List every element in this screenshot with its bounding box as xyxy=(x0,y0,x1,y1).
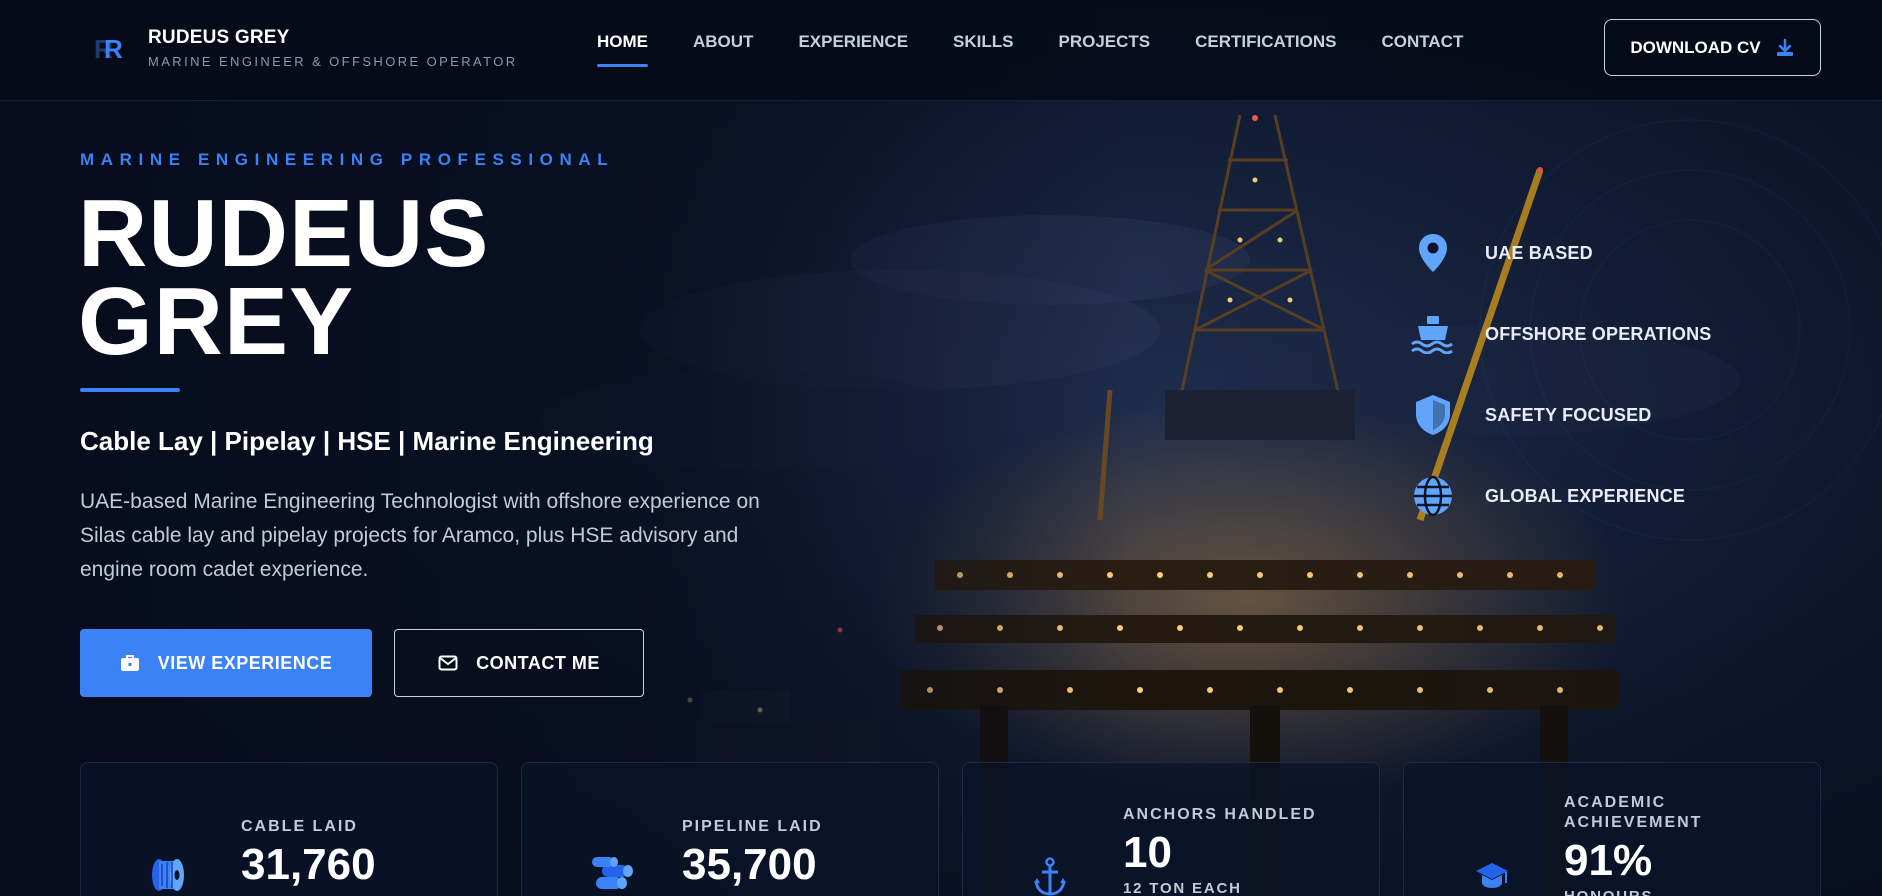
nav-item-home[interactable]: HOME xyxy=(597,31,648,67)
hero-divider xyxy=(80,388,180,392)
briefcase-icon xyxy=(120,655,139,671)
stat-sub: 12 TON EACH xyxy=(1123,880,1242,896)
stat-card-cable: CABLE LAID 31,760 xyxy=(80,762,498,896)
site-header: R R RUDEUS GREY MARINE ENGINEER & OFFSHO… xyxy=(0,0,1882,101)
nav-item-skills[interactable]: SKILLS xyxy=(953,31,1013,67)
nav-item-projects[interactable]: PROJECTS xyxy=(1059,31,1151,67)
download-icon xyxy=(1776,38,1793,56)
nav-item-contact[interactable]: CONTACT xyxy=(1382,31,1464,67)
ship-icon xyxy=(1408,313,1458,355)
anchor-icon xyxy=(1033,857,1067,896)
stat-text: ANCHORS HANDLED 10 12 TON EACH xyxy=(1123,805,1317,896)
brand[interactable]: R R RUDEUS GREY MARINE ENGINEER & OFFSHO… xyxy=(92,26,518,70)
pipes-icon xyxy=(590,855,634,896)
hero-name-last: GREY xyxy=(78,268,355,375)
feature-label: GLOBAL EXPERIENCE xyxy=(1485,485,1686,506)
stat-label: ANCHORS HANDLED xyxy=(1123,806,1317,823)
hero-eyebrow: MARINE ENGINEERING PROFESSIONAL xyxy=(80,150,615,169)
download-cv-label: DOWNLOAD CV xyxy=(1630,37,1761,57)
stat-value: 35,700 xyxy=(682,840,817,889)
feature-item: SAFETY FOCUSED xyxy=(1408,394,1711,436)
feature-item: UAE BASED xyxy=(1408,232,1711,274)
feature-item: OFFSHORE OPERATIONS xyxy=(1408,313,1711,355)
feature-label: UAE BASED xyxy=(1485,242,1593,263)
stat-label: CABLE LAID xyxy=(241,818,358,835)
map-pin-icon xyxy=(1408,232,1458,274)
main-nav: HOME ABOUT EXPERIENCE SKILLS PROJECTS CE… xyxy=(597,31,1508,67)
stat-value: 91% xyxy=(1564,836,1653,885)
hero-name-first: RUDEUS xyxy=(78,180,490,287)
brand-name: RUDEUS GREY xyxy=(148,27,290,48)
brand-tagline: MARINE ENGINEER & OFFSHORE OPERATOR xyxy=(148,54,518,69)
cable-reel-icon xyxy=(147,855,187,896)
graduation-cap-icon xyxy=(1474,861,1510,896)
view-experience-label: VIEW EXPERIENCE xyxy=(157,652,333,673)
brand-text: RUDEUS GREY MARINE ENGINEER & OFFSHORE O… xyxy=(148,26,518,70)
contact-me-label: CONTACT ME xyxy=(476,652,600,673)
nav-item-experience[interactable]: EXPERIENCE xyxy=(798,31,908,67)
stat-label: PIPELINE LAID xyxy=(682,818,823,835)
hero-description: UAE-based Marine Engineering Technologis… xyxy=(80,490,760,581)
view-experience-button[interactable]: VIEW EXPERIENCE xyxy=(80,629,372,697)
stat-text: CABLE LAID 31,760 xyxy=(241,817,376,891)
stat-sub: HONOURS xyxy=(1564,887,1764,896)
stat-card-anchors: ANCHORS HANDLED 10 12 TON EACH xyxy=(962,762,1380,896)
stat-card-academic: ACADEMIC ACHIEVEMENT 91% HONOURS xyxy=(1403,762,1821,896)
stat-value: 10 xyxy=(1123,828,1172,877)
shield-icon xyxy=(1408,394,1458,436)
svg-text:R: R xyxy=(104,34,123,64)
feature-label: SAFETY FOCUSED xyxy=(1485,404,1652,425)
nav-item-certifications[interactable]: CERTIFICATIONS xyxy=(1195,31,1336,67)
envelope-icon xyxy=(438,655,458,671)
hero-name: RUDEUS GREY xyxy=(78,180,678,375)
rr-monogram-icon: R R xyxy=(94,34,123,64)
stat-label: ACADEMIC ACHIEVEMENT xyxy=(1564,794,1703,831)
nav-item-about[interactable]: ABOUT xyxy=(693,31,753,67)
stat-card-pipeline: PIPELINE LAID 35,700 xyxy=(521,762,939,896)
contact-me-button[interactable]: CONTACT ME xyxy=(394,629,644,697)
globe-icon xyxy=(1408,475,1458,517)
feature-item: GLOBAL EXPERIENCE xyxy=(1408,475,1711,517)
stat-text: ACADEMIC ACHIEVEMENT 91% HONOURS xyxy=(1564,793,1764,896)
feature-list: UAE BASED OFFSHORE OPERATIONS SAFETY FOC… xyxy=(1408,232,1711,556)
stat-text: PIPELINE LAID 35,700 xyxy=(682,817,823,891)
download-cv-button[interactable]: DOWNLOAD CV xyxy=(1604,19,1821,76)
hero-subtitle: Cable Lay | Pipelay | HSE | Marine Engin… xyxy=(80,426,654,456)
feature-label: OFFSHORE OPERATIONS xyxy=(1485,323,1712,344)
stat-value: 31,760 xyxy=(241,840,376,889)
